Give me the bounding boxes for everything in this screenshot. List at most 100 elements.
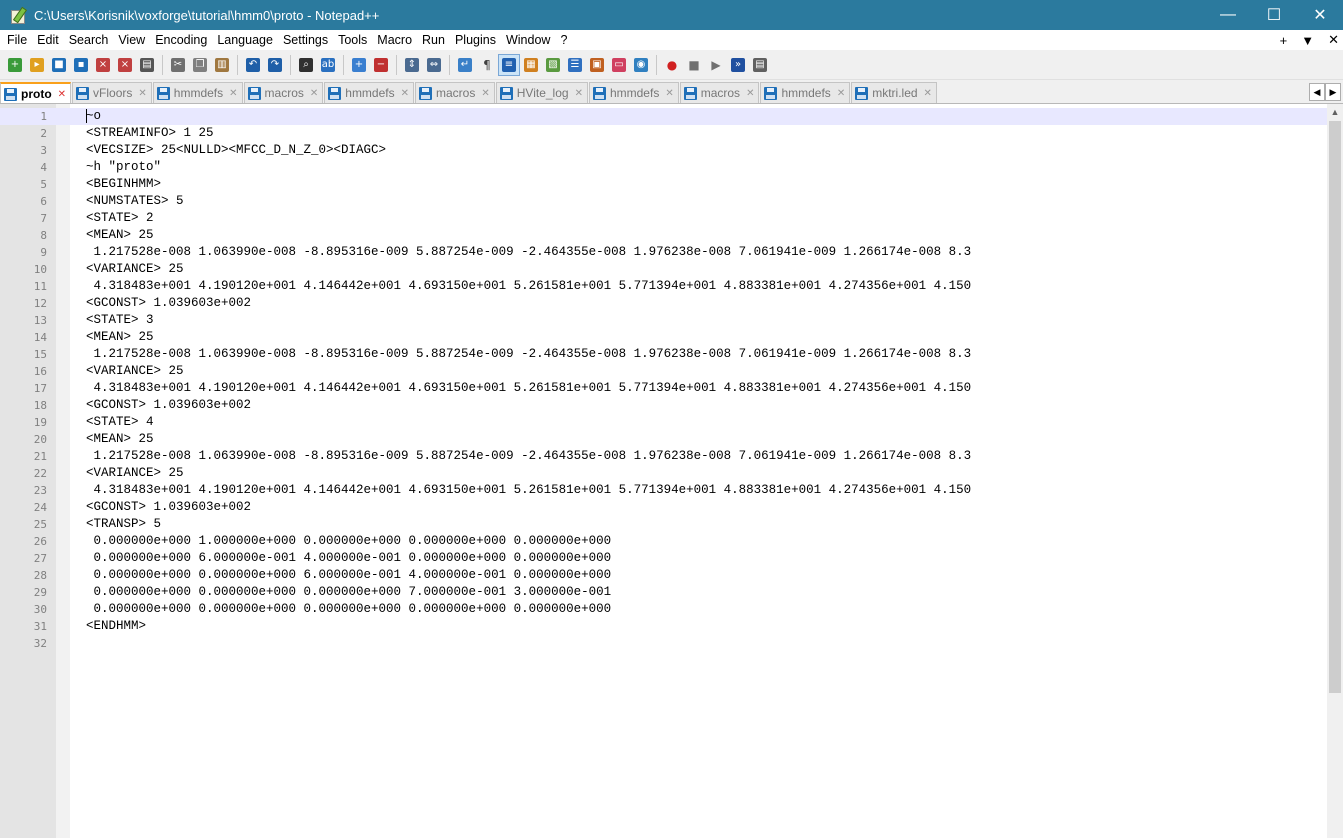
tab-macros[interactable]: macros ✕ xyxy=(243,82,324,103)
save-all-button[interactable]: ▪ xyxy=(71,55,91,75)
maximize-button[interactable]: ☐ xyxy=(1251,0,1297,30)
zoom-out-button[interactable]: − xyxy=(371,55,391,75)
tab-close-icon[interactable]: ✕ xyxy=(575,88,583,99)
minimize-button[interactable]: — xyxy=(1205,0,1251,30)
tab-proto[interactable]: proto ✕ xyxy=(0,82,72,103)
menu-language[interactable]: Language xyxy=(212,33,278,47)
menu-run[interactable]: Run xyxy=(417,33,450,47)
line-number: 2 xyxy=(40,127,47,140)
new-file-button[interactable]: + xyxy=(5,55,25,75)
folder-as-workspace-icon: ▣ xyxy=(590,57,604,72)
tab-hmmdefs[interactable]: hmmdefs ✕ xyxy=(760,82,851,103)
close-file-icon: × xyxy=(96,57,110,72)
close-doc-icon[interactable]: ✕ xyxy=(1328,32,1339,48)
tab-list-dropdown-icon[interactable]: ▼ xyxy=(1301,33,1314,48)
floppy-disk-icon xyxy=(419,86,433,100)
tab-close-icon[interactable]: ✕ xyxy=(481,88,489,99)
line-content: 1.217528e-008 1.063990e-008 -8.895316e-0… xyxy=(47,346,1327,363)
folder-as-workspace-button[interactable]: ▣ xyxy=(587,55,607,75)
line-content: <VARIANCE> 25 xyxy=(47,465,1327,482)
show-all-characters-button[interactable]: ¶ xyxy=(477,55,497,75)
toolbar-separator xyxy=(449,54,450,75)
udl-button[interactable]: ▦ xyxy=(521,55,541,75)
scroll-up-arrow-icon[interactable]: ▲ xyxy=(1327,104,1343,120)
save-macro-icon: ▤ xyxy=(753,57,767,72)
zoom-in-button[interactable]: + xyxy=(349,55,369,75)
tab-close-icon[interactable]: ✕ xyxy=(229,88,237,99)
menu-macro[interactable]: Macro xyxy=(372,33,417,47)
close-button[interactable]: ✕ xyxy=(1297,0,1343,30)
tab-hmmdefs[interactable]: hmmdefs ✕ xyxy=(324,82,415,103)
run-macro-multiple-button[interactable]: » xyxy=(728,55,748,75)
word-wrap-button[interactable]: ↵ xyxy=(455,55,475,75)
find-button[interactable]: ⌕ xyxy=(296,55,316,75)
menu-settings[interactable]: Settings xyxy=(278,33,333,47)
line-text: 4.318483e+001 4.190120e+001 4.146442e+00… xyxy=(86,483,972,497)
function-list-button[interactable]: ☰ xyxy=(565,55,585,75)
editor-line: 22 <VARIANCE> 25 xyxy=(0,465,1327,482)
menu-file[interactable]: File xyxy=(0,33,32,47)
tab-scroll-left-button[interactable]: ◀ xyxy=(1309,83,1325,101)
tab-scroll-right-button[interactable]: ▶ xyxy=(1325,83,1341,101)
tab-close-icon[interactable]: ✕ xyxy=(837,88,845,99)
word-wrap-icon: ↵ xyxy=(458,57,472,72)
sync-horizontal-button[interactable]: ⇔ xyxy=(424,55,444,75)
close-file-button[interactable]: × xyxy=(93,55,113,75)
indent-guide-button[interactable]: ≡ xyxy=(498,53,520,76)
line-number: 26 xyxy=(33,535,47,548)
playback-button[interactable]: ▶ xyxy=(706,55,726,75)
menu-tools[interactable]: Tools xyxy=(333,33,372,47)
line-text: ~o xyxy=(86,108,102,123)
line-text: <GCONST> 1.039603e+002 xyxy=(86,500,252,514)
scrollbar-thumb[interactable] xyxy=(1329,121,1341,693)
menu-plugins[interactable]: Plugins xyxy=(450,33,501,47)
undo-button[interactable]: ↶ xyxy=(243,55,263,75)
sync-vertical-button[interactable]: ⇕ xyxy=(402,55,422,75)
tab-close-icon[interactable]: ✕ xyxy=(924,88,932,99)
line-content: <MEAN> 25 xyxy=(47,227,1327,244)
new-tab-plus-icon[interactable]: + xyxy=(1280,33,1288,48)
menu-search[interactable]: Search xyxy=(64,33,114,47)
tab-mktri-led[interactable]: mktri.led ✕ xyxy=(851,82,937,103)
replace-button[interactable]: ab xyxy=(318,55,338,75)
tab-close-icon[interactable]: ✕ xyxy=(401,88,409,99)
tab-macros[interactable]: macros ✕ xyxy=(415,82,495,103)
redo-button[interactable]: ↷ xyxy=(265,55,285,75)
tab-close-icon[interactable]: ✕ xyxy=(665,88,673,99)
close-all-button[interactable]: × xyxy=(115,55,135,75)
tab-close-icon[interactable]: ✕ xyxy=(138,88,146,99)
paste-button[interactable]: ▥ xyxy=(212,55,232,75)
menu-view[interactable]: View xyxy=(113,33,150,47)
cut-button[interactable]: ✂ xyxy=(168,55,188,75)
menu-help[interactable]: ? xyxy=(555,33,572,47)
line-number: 23 xyxy=(33,484,47,497)
tab-close-icon[interactable]: ✕ xyxy=(746,88,754,99)
doc-map-button[interactable]: ▧ xyxy=(543,55,563,75)
tab-close-icon[interactable]: ✕ xyxy=(310,88,318,99)
print-button[interactable]: ▤ xyxy=(137,55,157,75)
tab-hmmdefs[interactable]: hmmdefs ✕ xyxy=(588,82,679,103)
copy-button[interactable]: ❐ xyxy=(190,55,210,75)
editor-line: 2 <STREAMINFO> 1 25 xyxy=(0,125,1327,142)
menu-window[interactable]: Window xyxy=(501,33,555,47)
tab-label: HVite_log xyxy=(516,86,569,100)
save-button[interactable]: ■ xyxy=(49,55,69,75)
editor[interactable]: 1 ~o 2 <STREAMINFO> 1 25 3 <VECSIZE> 25<NULLD… xyxy=(0,104,1343,838)
vertical-scrollbar[interactable]: ▲ xyxy=(1327,104,1343,838)
menu-edit[interactable]: Edit xyxy=(32,33,64,47)
stop-recording-button[interactable]: ■ xyxy=(684,55,704,75)
save-macro-button[interactable]: ▤ xyxy=(750,55,770,75)
open-file-button[interactable]: ▸ xyxy=(27,55,47,75)
record-macro-button[interactable]: ● xyxy=(662,55,682,75)
tab-hvite-log[interactable]: HVite_log ✕ xyxy=(495,82,588,103)
tab-close-icon[interactable]: ✕ xyxy=(58,89,66,100)
menu-encoding[interactable]: Encoding xyxy=(150,33,212,47)
line-text: 4.318483e+001 4.190120e+001 4.146442e+00… xyxy=(86,279,972,293)
tab-vfloors[interactable]: vFloors ✕ xyxy=(72,82,152,103)
tab-hmmdefs[interactable]: hmmdefs ✕ xyxy=(152,82,243,103)
editor-line: 29 0.000000e+000 0.000000e+000 0.000000e… xyxy=(0,584,1327,601)
tab-macros[interactable]: macros ✕ xyxy=(679,82,760,103)
line-text: 4.318483e+001 4.190120e+001 4.146442e+00… xyxy=(86,381,972,395)
eye-button[interactable]: ◉ xyxy=(631,55,651,75)
monitoring-button[interactable]: ▭ xyxy=(609,55,629,75)
